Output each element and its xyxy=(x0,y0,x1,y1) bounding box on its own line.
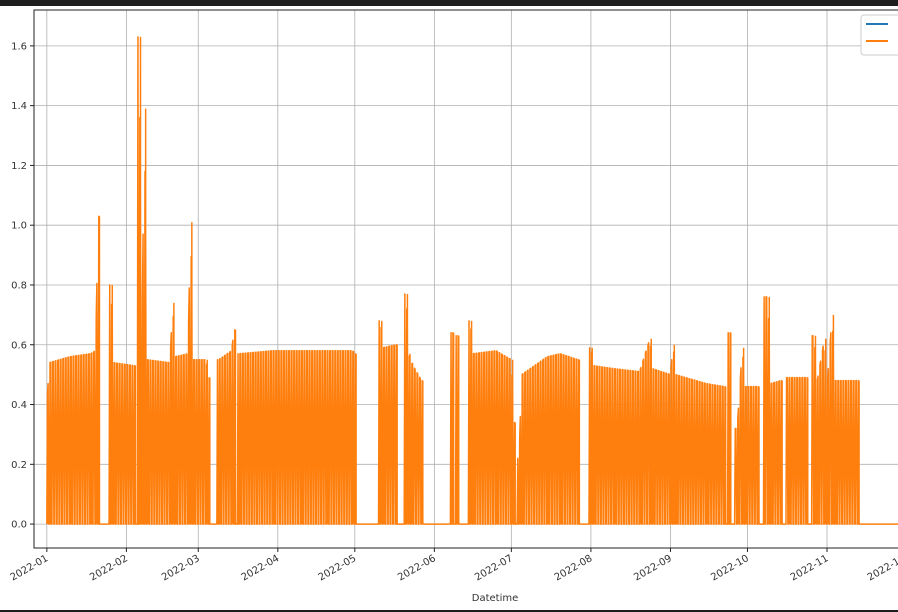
y-tick-label: 1.6 xyxy=(11,41,27,52)
x-tick-label: 2022-12 xyxy=(866,553,898,583)
x-tick-label: 2022-04 xyxy=(240,553,282,583)
x-tick-label: 2022-08 xyxy=(553,553,595,583)
line-chart: 0.00.20.40.60.81.01.21.41.6 2022-01 2022-… xyxy=(9,9,898,604)
x-axis-label: Datetime xyxy=(472,593,519,604)
x-axis: 2022-01 2022-02 2022-03 2022-04 2022-05 2022-… xyxy=(9,548,898,583)
y-tick-label: 0.2 xyxy=(11,460,27,471)
x-tick-label: 2022-05 xyxy=(317,553,359,583)
y-tick-label: 0.8 xyxy=(11,280,27,291)
x-tick-label: 2022-07 xyxy=(473,553,515,583)
chart-figure: 0.0 0.2 0.4 0.6 0.8 1.0 1.2 1.4 1.6 2022-01 2022-… xyxy=(0,6,898,610)
legend xyxy=(860,14,898,56)
y-tick-label: 1.2 xyxy=(11,161,27,172)
x-tick-label: 2022-10 xyxy=(709,553,751,583)
y-tick-label: 1.4 xyxy=(11,101,27,112)
y-tick-label: 0.4 xyxy=(11,400,27,411)
x-tick-label: 2022-11 xyxy=(789,553,831,583)
plot-area xyxy=(46,36,898,525)
x-tick-label: 2022-02 xyxy=(88,553,130,583)
legend-box xyxy=(860,14,898,56)
y-tick-label: 0.0 xyxy=(11,520,27,531)
x-tick-label: 2022-01 xyxy=(9,553,51,583)
y-axis: 0.0 0.2 0.4 0.6 0.8 1.0 1.2 1.4 1.6 xyxy=(11,41,34,531)
y-tick-label: 1.0 xyxy=(11,221,27,232)
x-tick-label: 2022-06 xyxy=(396,553,438,583)
y-tick-label: 0.6 xyxy=(11,340,27,351)
x-tick-label: 2022-09 xyxy=(632,553,674,583)
series-line-2 xyxy=(46,36,898,525)
x-tick-label: 2022-03 xyxy=(160,553,202,583)
